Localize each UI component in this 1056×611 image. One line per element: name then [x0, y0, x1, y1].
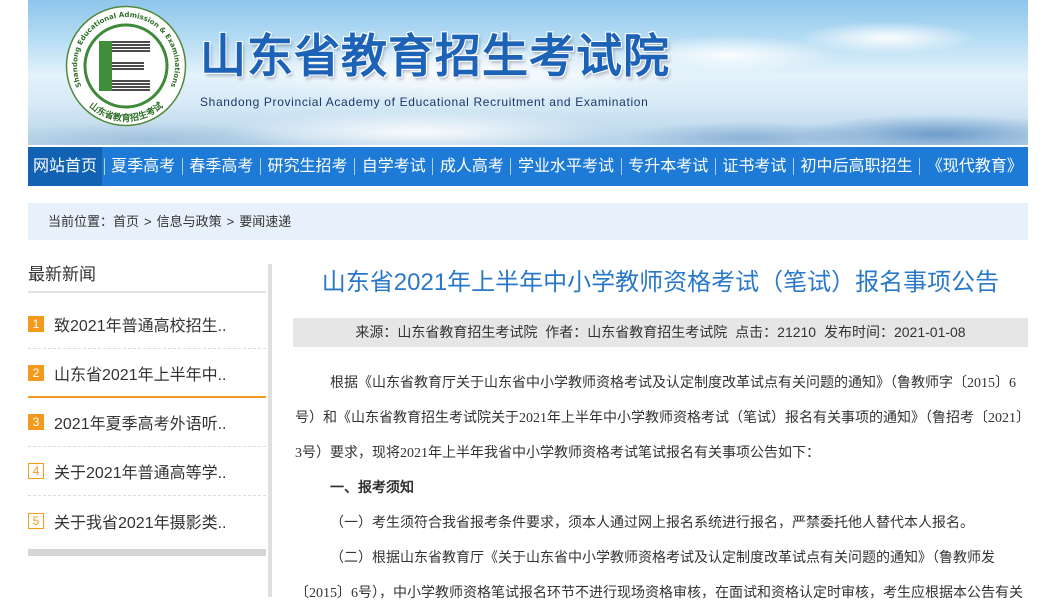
article-meta: 来源：山东省教育招生考试院 作者：山东省教育招生考试院 点击：21210 发布时…	[293, 318, 1028, 347]
breadcrumb: 当前位置：首页 > 信息与政策 > 要闻速递	[28, 203, 1028, 240]
news-link[interactable]: 关于2021年普通高等学..	[54, 459, 227, 483]
nav-separator	[103, 158, 105, 175]
logo-emblem[interactable]: Shandong Educational Admission & Examina…	[65, 5, 187, 127]
meta-source-value: 山东省教育招生考试院	[397, 324, 538, 340]
rank-badge: 3	[28, 414, 44, 430]
news-item[interactable]: 3 2021年夏季高考外语听..	[28, 398, 266, 447]
nav-item-summer-exam[interactable]: 夏季高考	[106, 147, 180, 186]
breadcrumb-home-link[interactable]: 首页	[113, 214, 139, 229]
news-link[interactable]: 山东省2021年上半年中..	[54, 361, 227, 385]
news-item[interactable]: 2 山东省2021年上半年中..	[28, 349, 266, 398]
news-item[interactable]: 1 致2021年普通高校招生..	[28, 300, 266, 349]
nav-separator	[792, 158, 794, 175]
news-link[interactable]: 致2021年普通高校招生..	[54, 312, 227, 336]
article-body: 根据《山东省教育厅关于山东省中小学教师资格考试及认定制度改革试点有关问题的通知》…	[293, 366, 1028, 611]
sidebar-bottom-bar	[28, 549, 266, 556]
meta-clicks: 点击：21210	[735, 324, 816, 340]
nav-item-modern-education[interactable]: 《现代教育》	[922, 147, 1028, 186]
sidebar-title: 最新新闻	[28, 262, 266, 293]
nav-item-vocational-enrollment[interactable]: 初中后高职招生	[796, 147, 918, 186]
article-title: 山东省2021年上半年中小学教师资格考试（笔试）报名事项公告	[321, 269, 1000, 296]
rank-badge: 5	[28, 512, 44, 529]
meta-date-value: 2021-01-08	[893, 324, 966, 340]
meta-author-value: 山东省教育招生考试院	[587, 324, 728, 340]
breadcrumb-separator: >	[226, 214, 235, 229]
site-header-banner: Shandong Educational Admission & Examina…	[28, 0, 1028, 145]
meta-source-label: 来源：	[355, 324, 398, 340]
rank-badge: 1	[28, 316, 44, 332]
nav-item-self-study-exam[interactable]: 自学考试	[357, 147, 431, 186]
meta-author: 作者：山东省教育招生考试院	[545, 324, 727, 340]
nav-item-home[interactable]: 网站首页	[28, 147, 103, 186]
nav-separator	[432, 158, 434, 175]
nav-separator	[714, 158, 716, 175]
notice-item-2: （二）根据山东省教育厅《关于山东省中小学教师资格考试及认定制度改革试点有关问题的…	[295, 551, 1023, 601]
meta-source: 来源：山东省教育招生考试院	[355, 324, 537, 340]
latest-news-sidebar: 最新新闻 1 致2021年普通高校招生.. 2 山东省2021年上半年中.. 3…	[28, 262, 266, 556]
nav-item-graduate-exam[interactable]: 研究生招考	[263, 147, 353, 186]
nav-item-proficiency-test[interactable]: 学业水平考试	[513, 147, 619, 186]
intro-paragraph: 根据《山东省教育厅关于山东省中小学教师资格考试及认定制度改革试点有关问题的通知》…	[295, 376, 1023, 461]
breadcrumb-prefix: 当前位置：	[48, 214, 114, 229]
site-title: 山东省教育招生考试院	[200, 30, 670, 82]
nav-separator	[181, 158, 183, 175]
news-item[interactable]: 4 关于2021年普通高等学..	[28, 447, 266, 496]
nav-separator	[510, 158, 512, 175]
main-nav: 网站首页 夏季高考 春季高考 研究生招考 自学考试 成人高考 学业水平考试 专升…	[28, 147, 1028, 186]
article-panel: 山东省2021年上半年中小学教师资格考试（笔试）报名事项公告 来源：山东省教育招…	[293, 262, 1028, 611]
latest-news-list: 1 致2021年普通高校招生.. 2 山东省2021年上半年中.. 3 2021…	[28, 300, 266, 545]
nav-separator	[259, 158, 261, 175]
breadcrumb-news-link[interactable]: 要闻速递	[239, 214, 291, 229]
breadcrumb-separator: >	[144, 214, 152, 229]
news-link[interactable]: 关于我省2021年摄影类..	[54, 509, 227, 533]
nav-item-spring-exam[interactable]: 春季高考	[184, 147, 258, 186]
meta-date-label: 发布时间：	[823, 324, 894, 340]
meta-date: 发布时间：2021-01-08	[824, 324, 966, 340]
rank-badge: 4	[28, 463, 44, 479]
nav-separator	[919, 158, 921, 175]
meta-author-label: 作者：	[545, 324, 588, 340]
nav-item-adult-exam[interactable]: 成人高考	[435, 147, 509, 186]
section-heading: 一、报考须知	[330, 481, 414, 496]
nav-item-upgrade-exam[interactable]: 专升本考试	[623, 147, 713, 186]
meta-clicks-label: 点击：	[735, 324, 778, 340]
news-item[interactable]: 5 关于我省2021年摄影类..	[28, 496, 266, 545]
nav-separator	[354, 158, 356, 175]
nav-separator	[620, 158, 622, 175]
notice-item-1: （一）考生须符合我省报考条件要求，须本人通过网上报名系统进行报名，严禁委托他人替…	[330, 516, 974, 531]
rank-badge: 2	[28, 364, 44, 381]
column-divider	[268, 264, 272, 597]
breadcrumb-info-policy-link[interactable]: 信息与政策	[157, 214, 222, 229]
meta-clicks-value: 21210	[777, 324, 817, 340]
news-link[interactable]: 2021年夏季高考外语听..	[54, 410, 227, 434]
site-subtitle: Shandong Provincial Academy of Education…	[200, 95, 649, 109]
nav-item-certificate-exam[interactable]: 证书考试	[717, 147, 791, 186]
